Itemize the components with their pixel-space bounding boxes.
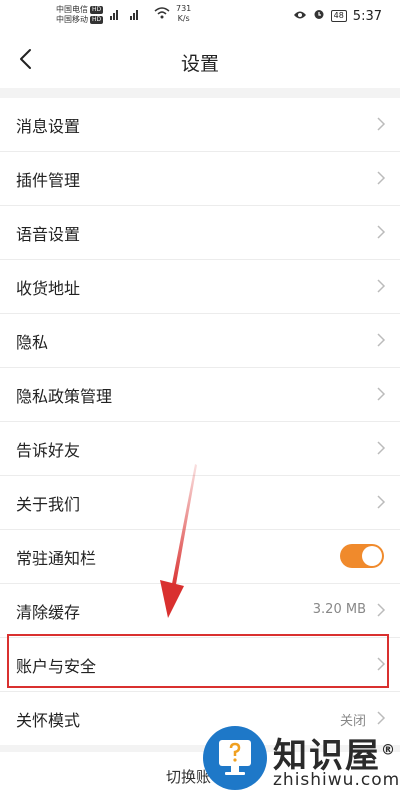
toggle-knob (362, 546, 382, 566)
battery-icon: 48 (330, 10, 347, 22)
eye-icon (293, 9, 307, 24)
settings-item-label: 告诉好友 (16, 441, 81, 460)
settings-item-label: 收货地址 (16, 279, 81, 298)
chevron-right-icon (377, 333, 386, 347)
net-speed-unit: K/s (177, 14, 190, 23)
carrier-1: 中国电信 (56, 5, 88, 14)
settings-item-label: 清除缓存 (16, 603, 81, 622)
status-right: 48 5:37 (293, 8, 382, 24)
settings-item-label: 关怀模式 (16, 711, 81, 730)
settings-item-voice[interactable]: 语音设置 (0, 206, 400, 260)
chevron-right-icon (377, 225, 386, 239)
settings-item-plugins[interactable]: 插件管理 (0, 152, 400, 206)
alarm-icon (313, 8, 325, 24)
settings-item-privacy[interactable]: 隐私 (0, 314, 400, 368)
hd-badge: HD (90, 5, 104, 14)
chevron-right-icon (377, 171, 386, 185)
chevron-right-icon (377, 117, 386, 131)
chevron-right-icon (377, 603, 386, 617)
signal-icon (110, 8, 148, 23)
watermark-domain: zhishiwu.com (273, 770, 400, 790)
settings-item-privacy-policy[interactable]: 隐私政策管理 (0, 368, 400, 422)
settings-item-label: 隐私 (16, 333, 49, 352)
settings-item-label: 常驻通知栏 (16, 549, 97, 568)
clock-time: 5:37 (352, 8, 382, 24)
header: 设置 (0, 32, 400, 88)
notification-bar-toggle[interactable] (340, 544, 384, 568)
settings-item-message[interactable]: 消息设置 (0, 98, 400, 152)
hd-badge: HD (90, 15, 104, 24)
cache-size-value: 3.20 MB (312, 602, 366, 617)
settings-item-label: 关于我们 (16, 495, 81, 514)
chevron-right-icon (377, 495, 386, 509)
settings-item-label: 语音设置 (16, 225, 81, 244)
watermark-logo: 知识屋® zhishiwu.com (203, 724, 400, 794)
settings-item-label: 隐私政策管理 (16, 387, 113, 406)
wifi-icon (154, 7, 170, 22)
chevron-right-icon (377, 441, 386, 455)
settings-item-label: 插件管理 (16, 171, 81, 190)
net-speed: 731 K/s (176, 4, 191, 24)
highlight-box (7, 634, 389, 688)
watermark-circle (203, 726, 267, 790)
chevron-right-icon (377, 279, 386, 293)
carrier-info: 中国电信 HD 中国移动 HD (56, 5, 104, 25)
net-speed-value: 731 (176, 4, 192, 13)
status-bar: 中国电信 HD 中国移动 HD 731 K/s 48 5:37 (0, 0, 400, 32)
chevron-right-icon (377, 387, 386, 401)
red-arrow-annotation (160, 464, 197, 618)
page-title: 设置 (180, 53, 219, 75)
settings-item-label: 消息设置 (16, 117, 81, 136)
monitor-question-icon (219, 740, 251, 775)
settings-item-address[interactable]: 收货地址 (0, 260, 400, 314)
carrier-2: 中国移动 (56, 15, 88, 24)
